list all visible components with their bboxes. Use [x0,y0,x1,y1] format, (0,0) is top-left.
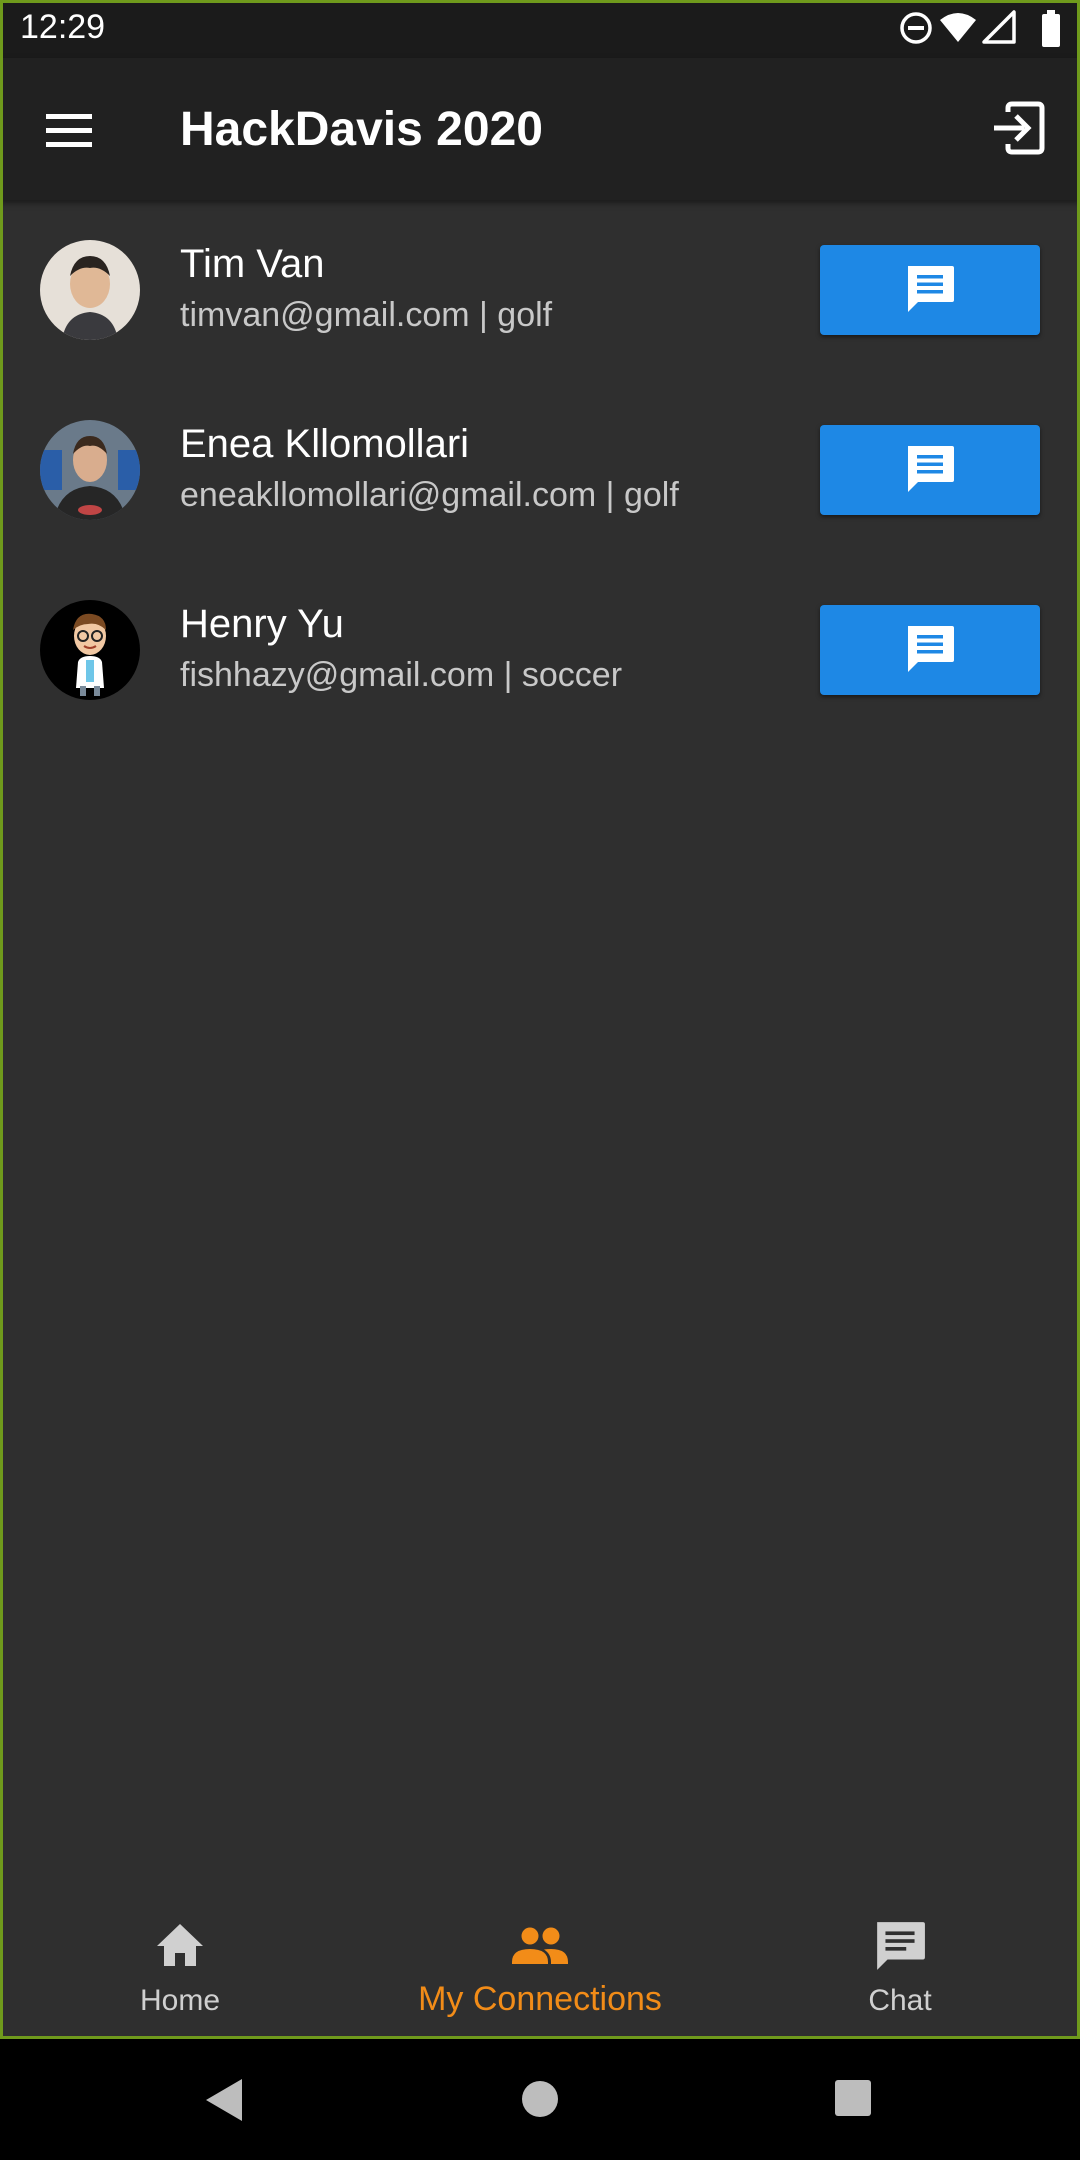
chat-icon [877,1922,925,1970]
app-title: HackDavis 2020 [180,103,543,156]
nav-item-chat[interactable]: Chat [820,1900,980,2039]
message-button[interactable] [820,245,1040,335]
menu-button[interactable] [32,100,106,160]
list-item: Tim Van timvan@gmail.com | golf [0,200,1080,380]
nav-item-my-connections[interactable]: My Connections [380,1900,700,2039]
avatar-photo [40,420,140,520]
bottom-navigation: Home My Connections Chat [0,1900,1080,2039]
contact-subtitle: timvan@gmail.com | golf [180,296,553,334]
menu-icon [46,114,92,147]
contact-subtitle: fishhazy@gmail.com | soccer [180,656,623,694]
do-not-disturb-icon [900,12,932,44]
connections-list: Tim Van timvan@gmail.com | golf Enea Kll… [0,200,1080,740]
message-button[interactable] [820,605,1040,695]
message-button[interactable] [820,425,1040,515]
contact-name: Enea Kllomollari [180,422,470,466]
battery-icon [1042,10,1060,47]
avatar [40,240,140,340]
wifi-icon [940,13,976,42]
list-item: Enea Kllomollari eneakllomollari@gmail.c… [0,380,1080,560]
avatar [40,600,140,700]
message-icon [908,266,954,312]
back-icon[interactable] [202,2077,246,2123]
nav-label-chat: Chat [868,1984,932,2017]
home-icon [157,1924,203,1966]
list-item: Henry Yu fishhazy@gmail.com | soccer [0,560,1080,740]
nav-label-my-connections: My Connections [418,1980,662,2018]
people-icon [512,1927,568,1964]
logout-button[interactable] [986,96,1050,160]
message-icon [908,446,954,492]
avatar [40,420,140,520]
contact-name: Henry Yu [180,602,344,646]
status-time: 12:29 [20,8,106,46]
logout-icon [994,101,1045,155]
nav-label-home: Home [139,1984,221,2017]
home-circle-icon[interactable] [520,2079,560,2119]
contact-name: Tim Van [180,242,325,286]
cell-signal-icon [982,10,1016,44]
avatar-photo [40,240,140,340]
message-icon [908,626,954,672]
app-bar: HackDavis 2020 [0,58,1080,200]
nav-item-home[interactable]: Home [100,1900,260,2039]
recents-icon[interactable] [834,2079,872,2117]
system-navigation-bar [0,2039,1080,2160]
contact-subtitle: eneakllomollari@gmail.com | golf [180,476,679,514]
status-bar: 12:29 [0,0,1080,58]
avatar-cartoon [40,600,140,700]
